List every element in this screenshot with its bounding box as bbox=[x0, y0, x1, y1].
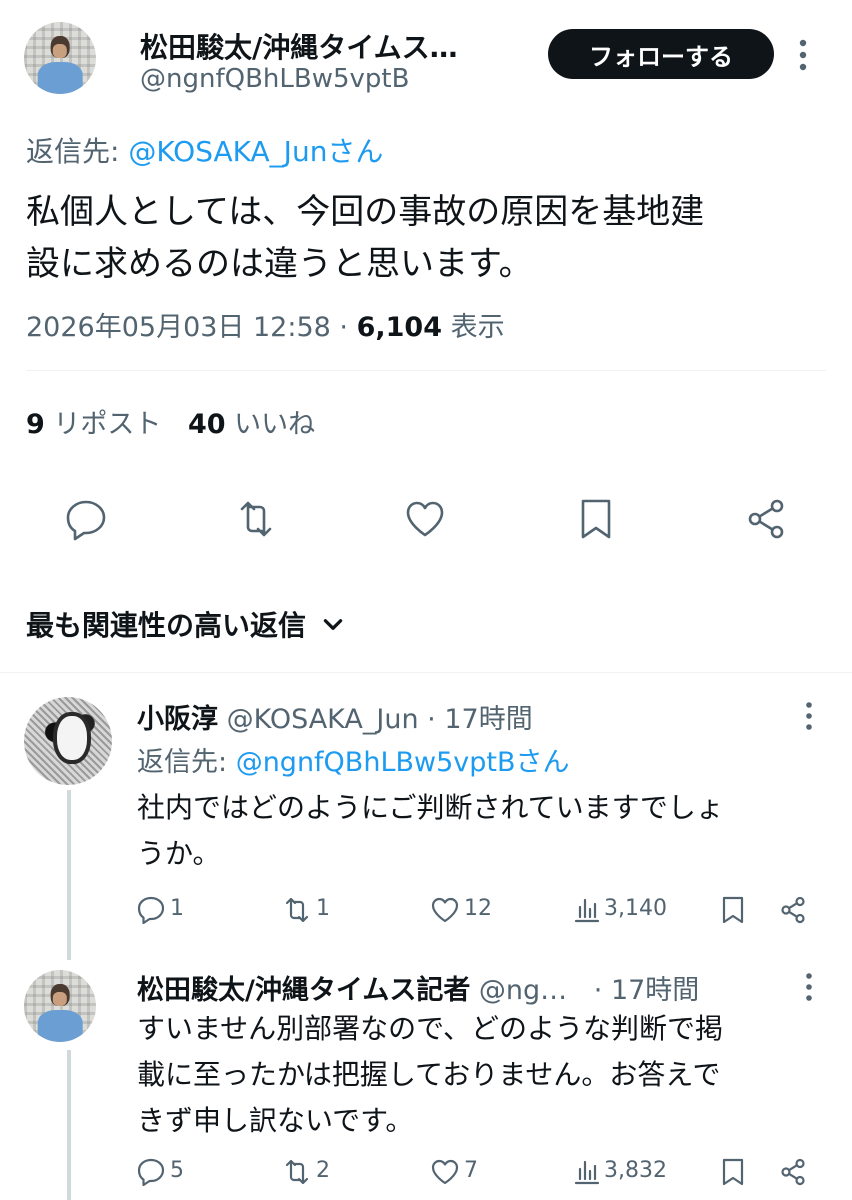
reply-avatar[interactable] bbox=[24, 970, 96, 1042]
reply-text-line: うか。 bbox=[137, 837, 221, 870]
thread-line bbox=[67, 1050, 71, 1200]
reply-icon[interactable] bbox=[136, 1157, 166, 1187]
reply-handle[interactable]: @KOSAKA_Jun bbox=[227, 704, 419, 735]
more-icon[interactable] bbox=[805, 701, 813, 731]
reply-count: 5 bbox=[170, 1158, 184, 1183]
thread-line bbox=[67, 790, 71, 960]
reply-to-user-link[interactable]: @ngnfQBhLBw5vptBさん bbox=[236, 747, 570, 778]
reply-icon[interactable] bbox=[136, 895, 166, 925]
repost-count: 2 bbox=[316, 1158, 330, 1183]
like-icon[interactable] bbox=[430, 895, 460, 925]
reply-to-user-link[interactable]: @KOSAKA_Junさん bbox=[128, 135, 383, 168]
bookmark-icon[interactable] bbox=[718, 1157, 748, 1187]
repost-icon[interactable] bbox=[282, 1157, 312, 1187]
reply-text-line: すいません別部署なので、どのような判断で掲 bbox=[137, 1012, 724, 1045]
views-count: 6,104 bbox=[356, 312, 442, 343]
share-icon[interactable] bbox=[778, 895, 808, 925]
repost-icon[interactable] bbox=[282, 895, 312, 925]
reply-text-line: 社内ではどのようにご判断されていますでしょ bbox=[137, 791, 724, 824]
views-label: 表示 bbox=[441, 312, 505, 343]
bookmark-icon[interactable] bbox=[718, 895, 748, 925]
reposts-count: 9 bbox=[26, 409, 45, 440]
tweet-text: 私個人としては、今回の事故の原因を基地建 設に求めるのは違うと思います。 bbox=[26, 186, 704, 290]
view-count: 3,832 bbox=[604, 1158, 667, 1183]
replies-sort-button[interactable]: 最も関連性の高い返信 bbox=[26, 604, 346, 644]
chevron-down-icon bbox=[323, 619, 343, 630]
meta-separator: · bbox=[330, 312, 357, 343]
reply-to-prefix: 返信先: bbox=[137, 747, 236, 778]
more-icon[interactable] bbox=[805, 972, 813, 1002]
reply-time[interactable]: · 17時間 bbox=[427, 704, 533, 735]
likes-stat[interactable]: 40 いいね bbox=[188, 409, 315, 440]
reply-text-line: 載に至ったかは把握しておりません。お答えで bbox=[137, 1058, 721, 1091]
repost-count: 1 bbox=[316, 896, 330, 921]
author-handle[interactable]: @ngnfQBhLBw5vptB bbox=[140, 64, 409, 94]
reply-count: 1 bbox=[170, 896, 184, 921]
reply-header: 松田駿太/沖縄タイムス記者 @ng… · 17時間 bbox=[137, 968, 699, 1007]
reply-text-line: きず申し訳ないです。 bbox=[137, 1104, 414, 1137]
reposts-label: リポスト bbox=[53, 409, 162, 440]
reply-to-line: 返信先: @ngnfQBhLBw5vptBさん bbox=[137, 740, 570, 779]
reply-icon[interactable] bbox=[64, 497, 108, 541]
tweet-stats: 9 リポスト 40 いいね bbox=[26, 402, 315, 441]
views-icon[interactable] bbox=[572, 895, 602, 925]
more-icon[interactable] bbox=[798, 38, 808, 72]
reply-to-line: 返信先: @KOSAKA_Junさん bbox=[26, 130, 383, 170]
repost-icon[interactable] bbox=[234, 497, 278, 541]
view-count: 3,140 bbox=[604, 896, 667, 921]
author-display-name[interactable]: 松田駿太/沖縄タイムス… bbox=[140, 26, 458, 66]
share-icon[interactable] bbox=[778, 1157, 808, 1187]
like-icon[interactable] bbox=[430, 1157, 460, 1187]
reply-text: 社内ではどのようにご判断されていますでしょ うか。 bbox=[137, 785, 724, 877]
reposts-stat[interactable]: 9 リポスト bbox=[26, 409, 161, 440]
tweet-meta: 2026年05月03日 12:58 · 6,104 表示 bbox=[26, 305, 505, 344]
reply-handle[interactable]: @ng… bbox=[479, 975, 567, 1006]
reply-display-name[interactable]: 小阪淳 bbox=[137, 704, 218, 735]
tweet-timestamp[interactable]: 2026年05月03日 12:58 bbox=[26, 312, 331, 343]
author-avatar[interactable] bbox=[24, 22, 96, 94]
reply-time[interactable]: · 17時間 bbox=[594, 975, 700, 1006]
reply-display-name[interactable]: 松田駿太/沖縄タイムス記者 bbox=[137, 975, 470, 1006]
reply-avatar[interactable] bbox=[24, 697, 112, 785]
tweet-text-line: 設に求めるのは違うと思います。 bbox=[26, 244, 533, 284]
divider bbox=[26, 370, 826, 371]
views-icon[interactable] bbox=[572, 1157, 602, 1187]
likes-count: 40 bbox=[187, 409, 226, 440]
like-count: 12 bbox=[464, 896, 492, 921]
tweet-text-line: 私個人としては、今回の事故の原因を基地建 bbox=[26, 192, 705, 232]
bookmark-icon[interactable] bbox=[574, 497, 618, 541]
like-icon[interactable] bbox=[403, 497, 447, 541]
reply-to-prefix: 返信先: bbox=[26, 135, 129, 168]
reply-header: 小阪淳 @KOSAKA_Jun · 17時間 bbox=[137, 697, 533, 736]
reply-text: すいません別部署なので、どのような判断で掲 載に至ったかは把握しておりません。お… bbox=[137, 1006, 723, 1144]
likes-label: いいね bbox=[234, 409, 316, 440]
follow-button[interactable]: フォローする bbox=[548, 29, 774, 79]
share-icon[interactable] bbox=[744, 497, 788, 541]
like-count: 7 bbox=[464, 1158, 478, 1183]
replies-sort-label: 最も関連性の高い返信 bbox=[26, 609, 307, 642]
divider bbox=[0, 672, 852, 673]
